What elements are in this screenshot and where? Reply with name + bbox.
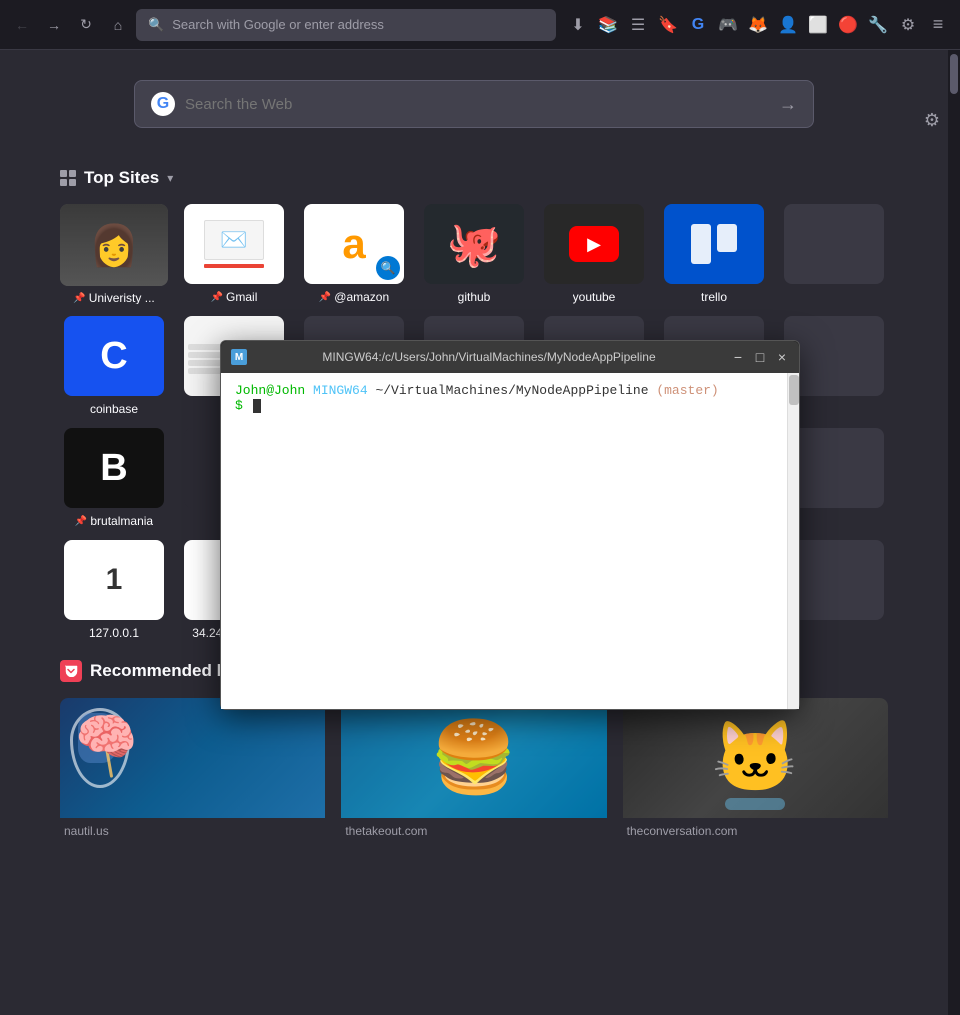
- site-tile-gmail[interactable]: ✉️ 📌Gmail: [180, 204, 288, 304]
- address-input[interactable]: [172, 17, 544, 32]
- site-label-coinbase: coinbase: [90, 402, 138, 416]
- page-settings-icon[interactable]: ⚙: [924, 110, 940, 131]
- back-button[interactable]: ←: [8, 11, 36, 39]
- pocket-card-theconversation[interactable]: 🐱 theconversation.com: [623, 698, 888, 838]
- toolbar-icons: ⬇ 📚 ☰ 🔖 G 🎮 🦊 👤 ⬜ 🔴 🔧 ⚙ ≡: [564, 11, 952, 39]
- site-label-gmail: 📌Gmail: [211, 290, 258, 304]
- site-label-github: github: [458, 290, 491, 304]
- white-square-icon[interactable]: ⬜: [804, 11, 832, 39]
- site-tile-youtube[interactable]: ▶ youtube: [540, 204, 648, 304]
- forward-button[interactable]: →: [40, 11, 68, 39]
- site-label-university: 📌Univeristy ...: [73, 292, 154, 304]
- gamepad-icon[interactable]: 🎮: [714, 11, 742, 39]
- terminal-prompt: $: [235, 398, 243, 413]
- terminal-branch: (master): [656, 383, 718, 398]
- terminal-minimize-button[interactable]: −: [731, 350, 745, 364]
- address-bar[interactable]: 🔍: [136, 9, 556, 41]
- pocket-cards: 🧠 nautil.us 🍔 thetakeout.com 🐱: [60, 698, 888, 838]
- pocket-card-label-nautil: nautil.us: [60, 824, 325, 838]
- top-sites-header: Top Sites ▾: [60, 168, 888, 188]
- terminal-titlebar: M MINGW64:/c/Users/John/VirtualMachines/…: [221, 341, 799, 373]
- site-tile-coinbase[interactable]: C coinbase: [60, 316, 168, 416]
- terminal-scrollbar-thumb[interactable]: [789, 375, 799, 405]
- search-arrow-icon: →: [779, 94, 797, 115]
- site-tile-github[interactable]: 🐙 github: [420, 204, 528, 304]
- pocket-icon: [60, 660, 82, 682]
- search-input[interactable]: [185, 96, 769, 113]
- download-icon[interactable]: ⬇: [564, 11, 592, 39]
- search-container: G →: [60, 80, 888, 128]
- fox-icon[interactable]: 🦊: [744, 11, 772, 39]
- browser-chrome: ← → ↻ ⌂ 🔍 ⬇ 📚 ☰ 🔖 G 🎮 🦊 👤 ⬜ 🔴 🔧 ⚙ ≡: [0, 0, 960, 50]
- terminal-user: John@John: [235, 383, 305, 398]
- terminal-restore-button[interactable]: □: [753, 350, 767, 364]
- tools-icon[interactable]: 🔧: [864, 11, 892, 39]
- site-label-amazon: 📌@amazon: [319, 290, 389, 304]
- terminal-scrollbar[interactable]: [787, 373, 799, 709]
- bookmark-icon[interactable]: 🔖: [654, 11, 682, 39]
- grid-icon: [60, 170, 76, 186]
- pocket-card-label-thetakeout: thetakeout.com: [341, 824, 606, 838]
- reload-button[interactable]: ↻: [72, 11, 100, 39]
- search-icon: 🔍: [148, 17, 164, 33]
- pocket-card-nautil[interactable]: 🧠 nautil.us: [60, 698, 325, 838]
- terminal-title: MINGW64:/c/Users/John/VirtualMachines/My…: [255, 350, 723, 364]
- site-tile-empty-1: [780, 204, 888, 304]
- site-label-localhost: 127.0.0.1: [89, 626, 139, 640]
- home-button[interactable]: ⌂: [104, 11, 132, 39]
- reader-icon[interactable]: ☰: [624, 11, 652, 39]
- search-box[interactable]: G →: [134, 80, 814, 128]
- site-tile-amazon[interactable]: a 🔍 📌@amazon: [300, 204, 408, 304]
- site-tile-trello[interactable]: trello: [660, 204, 768, 304]
- library-icon[interactable]: 📚: [594, 11, 622, 39]
- pocket-card-label-theconversation: theconversation.com: [623, 824, 888, 838]
- terminal-path-text: ~/VirtualMachines/MyNodeAppPipeline: [375, 383, 648, 398]
- site-tile-university[interactable]: 👩 📌Univeristy ...: [60, 204, 168, 304]
- user-icon[interactable]: 👤: [774, 11, 802, 39]
- top-sites-row-1: 👩 📌Univeristy ... ✉️ 📌Gmail: [60, 204, 888, 304]
- terminal-window: M MINGW64:/c/Users/John/VirtualMachines/…: [220, 340, 800, 710]
- site-label-trello: trello: [701, 290, 727, 304]
- menu-icon[interactable]: ≡: [924, 11, 952, 39]
- site-tile-brutalmania[interactable]: B 📌brutalmania: [60, 428, 168, 528]
- top-sites-title: Top Sites: [84, 168, 159, 188]
- red-icon[interactable]: 🔴: [834, 11, 862, 39]
- site-tile-localhost[interactable]: 1 127.0.0.1: [60, 540, 168, 640]
- site-label-brutalmania: 📌brutalmania: [75, 514, 153, 528]
- mingw-icon: M: [231, 349, 247, 365]
- pocket-card-thetakeout[interactable]: 🍔 thetakeout.com: [341, 698, 606, 838]
- top-sites-chevron[interactable]: ▾: [167, 171, 173, 185]
- site-label-youtube: youtube: [573, 290, 616, 304]
- terminal-close-button[interactable]: ×: [775, 350, 789, 364]
- google-logo: G: [151, 92, 175, 116]
- terminal-body: John@John MINGW64 ~/VirtualMachines/MyNo…: [221, 373, 799, 709]
- scrollbar[interactable]: [948, 50, 960, 1015]
- terminal-cursor: [253, 399, 261, 413]
- extensions-icon[interactable]: ⚙: [894, 11, 922, 39]
- terminal-mingw: MINGW64: [313, 383, 368, 398]
- g-icon[interactable]: G: [684, 11, 712, 39]
